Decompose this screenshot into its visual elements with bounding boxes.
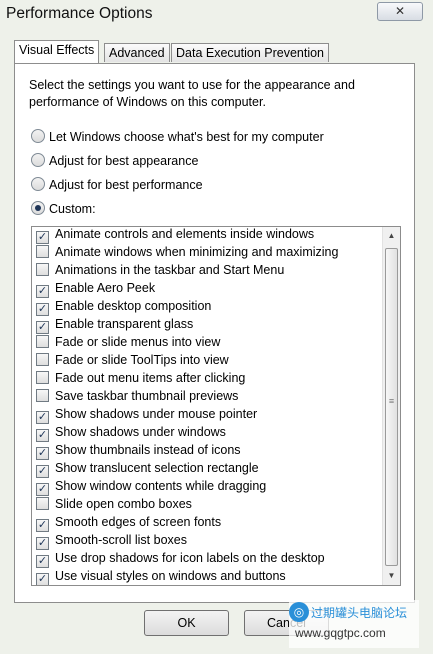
list-item[interactable]: ✓ Show shadows under mouse pointer	[32, 405, 380, 424]
effect-label: Fade out menu items after clicking	[55, 371, 246, 385]
list-item[interactable]: ✓ Show translucent selection rectangle	[32, 459, 380, 478]
tab-data-execution-prevention[interactable]: Data Execution Prevention	[171, 43, 330, 62]
effect-label: Fade or slide ToolTips into view	[55, 353, 229, 367]
list-item[interactable]: ✓ Smooth-scroll list boxes	[32, 531, 380, 550]
radio-option[interactable]: Let Windows choose what's best for my co…	[31, 128, 324, 146]
scroll-down-arrow-icon[interactable]: ▼	[383, 568, 400, 584]
effect-label: Enable desktop composition	[55, 299, 212, 313]
effect-label: Enable transparent glass	[55, 317, 194, 331]
radio-option[interactable]: Adjust for best appearance	[31, 152, 198, 170]
effect-label: Save taskbar thumbnail previews	[55, 389, 239, 403]
tab-strip: Visual Effects Advanced Data Execution P…	[14, 40, 414, 64]
radio-label: Adjust for best performance	[49, 178, 203, 192]
checkbox-unchecked-icon[interactable]	[36, 353, 49, 366]
effect-label: Show shadows under mouse pointer	[55, 407, 258, 421]
list-item[interactable]: ✓ Enable Aero Peek	[32, 279, 380, 298]
radio-label: Let Windows choose what's best for my co…	[49, 130, 324, 144]
effect-label: Animate controls and elements inside win…	[55, 227, 315, 241]
checkbox-unchecked-icon[interactable]	[36, 245, 49, 258]
effect-label: Use drop shadows for icon labels on the …	[55, 551, 325, 565]
list-item[interactable]: ✓ Smooth edges of screen fonts	[32, 513, 380, 532]
list-item[interactable]: ✓ Enable transparent glass	[32, 315, 380, 334]
radio-unselected-icon[interactable]	[31, 177, 45, 191]
list-item[interactable]: Animations in the taskbar and Start Menu	[32, 261, 380, 279]
list-item[interactable]: ✓ Show thumbnails instead of icons	[32, 441, 380, 460]
title-bar: Performance Options ✕	[0, 0, 433, 34]
list-item[interactable]: ✓ Show shadows under windows	[32, 423, 380, 442]
watermark: ◎ 过期罐头电脑论坛 www.gqgtpc.com	[289, 600, 419, 648]
checkbox-unchecked-icon[interactable]	[36, 371, 49, 384]
grip-icon: ≡	[388, 396, 395, 406]
radio-unselected-icon[interactable]	[31, 153, 45, 167]
radio-option[interactable]: Adjust for best performance	[31, 176, 203, 194]
list-item[interactable]: ✓ Use visual styles on windows and button…	[32, 567, 380, 585]
effect-label: Show shadows under windows	[55, 425, 226, 439]
panel-description: Select the settings you want to use for …	[29, 78, 355, 109]
radio-label: Custom:	[49, 202, 96, 216]
close-icon: ✕	[394, 4, 406, 18]
checkbox-unchecked-icon[interactable]	[36, 389, 49, 402]
effect-label: Fade or slide menus into view	[55, 335, 221, 349]
list-item[interactable]: Fade or slide menus into view	[32, 333, 380, 351]
effect-label: Show thumbnails instead of icons	[55, 443, 241, 457]
list-item[interactable]: ✓ Use drop shadows for icon labels on the…	[32, 549, 380, 568]
effect-label: Smooth edges of screen fonts	[55, 515, 222, 529]
effects-listbox[interactable]: ✓ Animate controls and elements inside wi…	[31, 226, 401, 586]
watermark-url: www.gqgtpc.com	[295, 626, 386, 640]
tab-visual-effects[interactable]: Visual Effects	[14, 40, 100, 63]
watermark-logo-icon: ◎	[289, 602, 309, 622]
effect-label: Smooth-scroll list boxes	[55, 533, 187, 547]
visual-effects-panel: Select the settings you want to use for …	[14, 63, 415, 603]
ok-button[interactable]: OK	[144, 610, 229, 636]
vertical-scrollbar[interactable]: ▲ ≡ ▼	[382, 227, 400, 585]
radio-selected-icon[interactable]	[31, 201, 45, 215]
radio-unselected-icon[interactable]	[31, 129, 45, 143]
watermark-site-name: 过期罐头电脑论坛	[311, 606, 408, 620]
list-item[interactable]: ✓ Show window contents while dragging	[32, 477, 380, 496]
list-item[interactable]: Fade or slide ToolTips into view	[32, 351, 380, 369]
list-item[interactable]: Slide open combo boxes	[32, 495, 380, 513]
effect-label: Show translucent selection rectangle	[55, 461, 259, 475]
list-item[interactable]: ✓ Enable desktop composition	[32, 297, 380, 316]
scroll-thumb[interactable]: ≡	[385, 248, 398, 566]
checkbox-unchecked-icon[interactable]	[36, 335, 49, 348]
scroll-up-arrow-icon[interactable]: ▲	[383, 228, 400, 244]
effect-label: Show window contents while dragging	[55, 479, 267, 493]
list-item[interactable]: Fade out menu items after clicking	[32, 369, 380, 387]
effect-label: Animations in the taskbar and Start Menu	[55, 263, 285, 277]
list-item[interactable]: Animate windows when minimizing and maxi…	[32, 243, 380, 261]
window-title: Performance Options	[6, 5, 153, 22]
radio-option[interactable]: Custom:	[31, 200, 96, 218]
radio-label: Adjust for best appearance	[49, 154, 199, 168]
effect-label: Slide open combo boxes	[55, 497, 192, 511]
checkbox-unchecked-icon[interactable]	[36, 497, 49, 510]
effect-label: Use visual styles on windows and buttons	[55, 569, 286, 583]
effects-list: ✓ Animate controls and elements inside wi…	[32, 227, 380, 585]
effect-label: Animate windows when minimizing and maxi…	[55, 245, 339, 259]
checkbox-checked-icon[interactable]: ✓	[36, 573, 49, 585]
list-item[interactable]: Save taskbar thumbnail previews	[32, 387, 380, 405]
effect-label: Enable Aero Peek	[55, 281, 156, 295]
checkbox-unchecked-icon[interactable]	[36, 263, 49, 276]
list-item[interactable]: ✓ Animate controls and elements inside wi…	[32, 227, 380, 244]
tab-advanced[interactable]: Advanced	[104, 43, 170, 62]
close-button[interactable]: ✕	[377, 2, 423, 21]
